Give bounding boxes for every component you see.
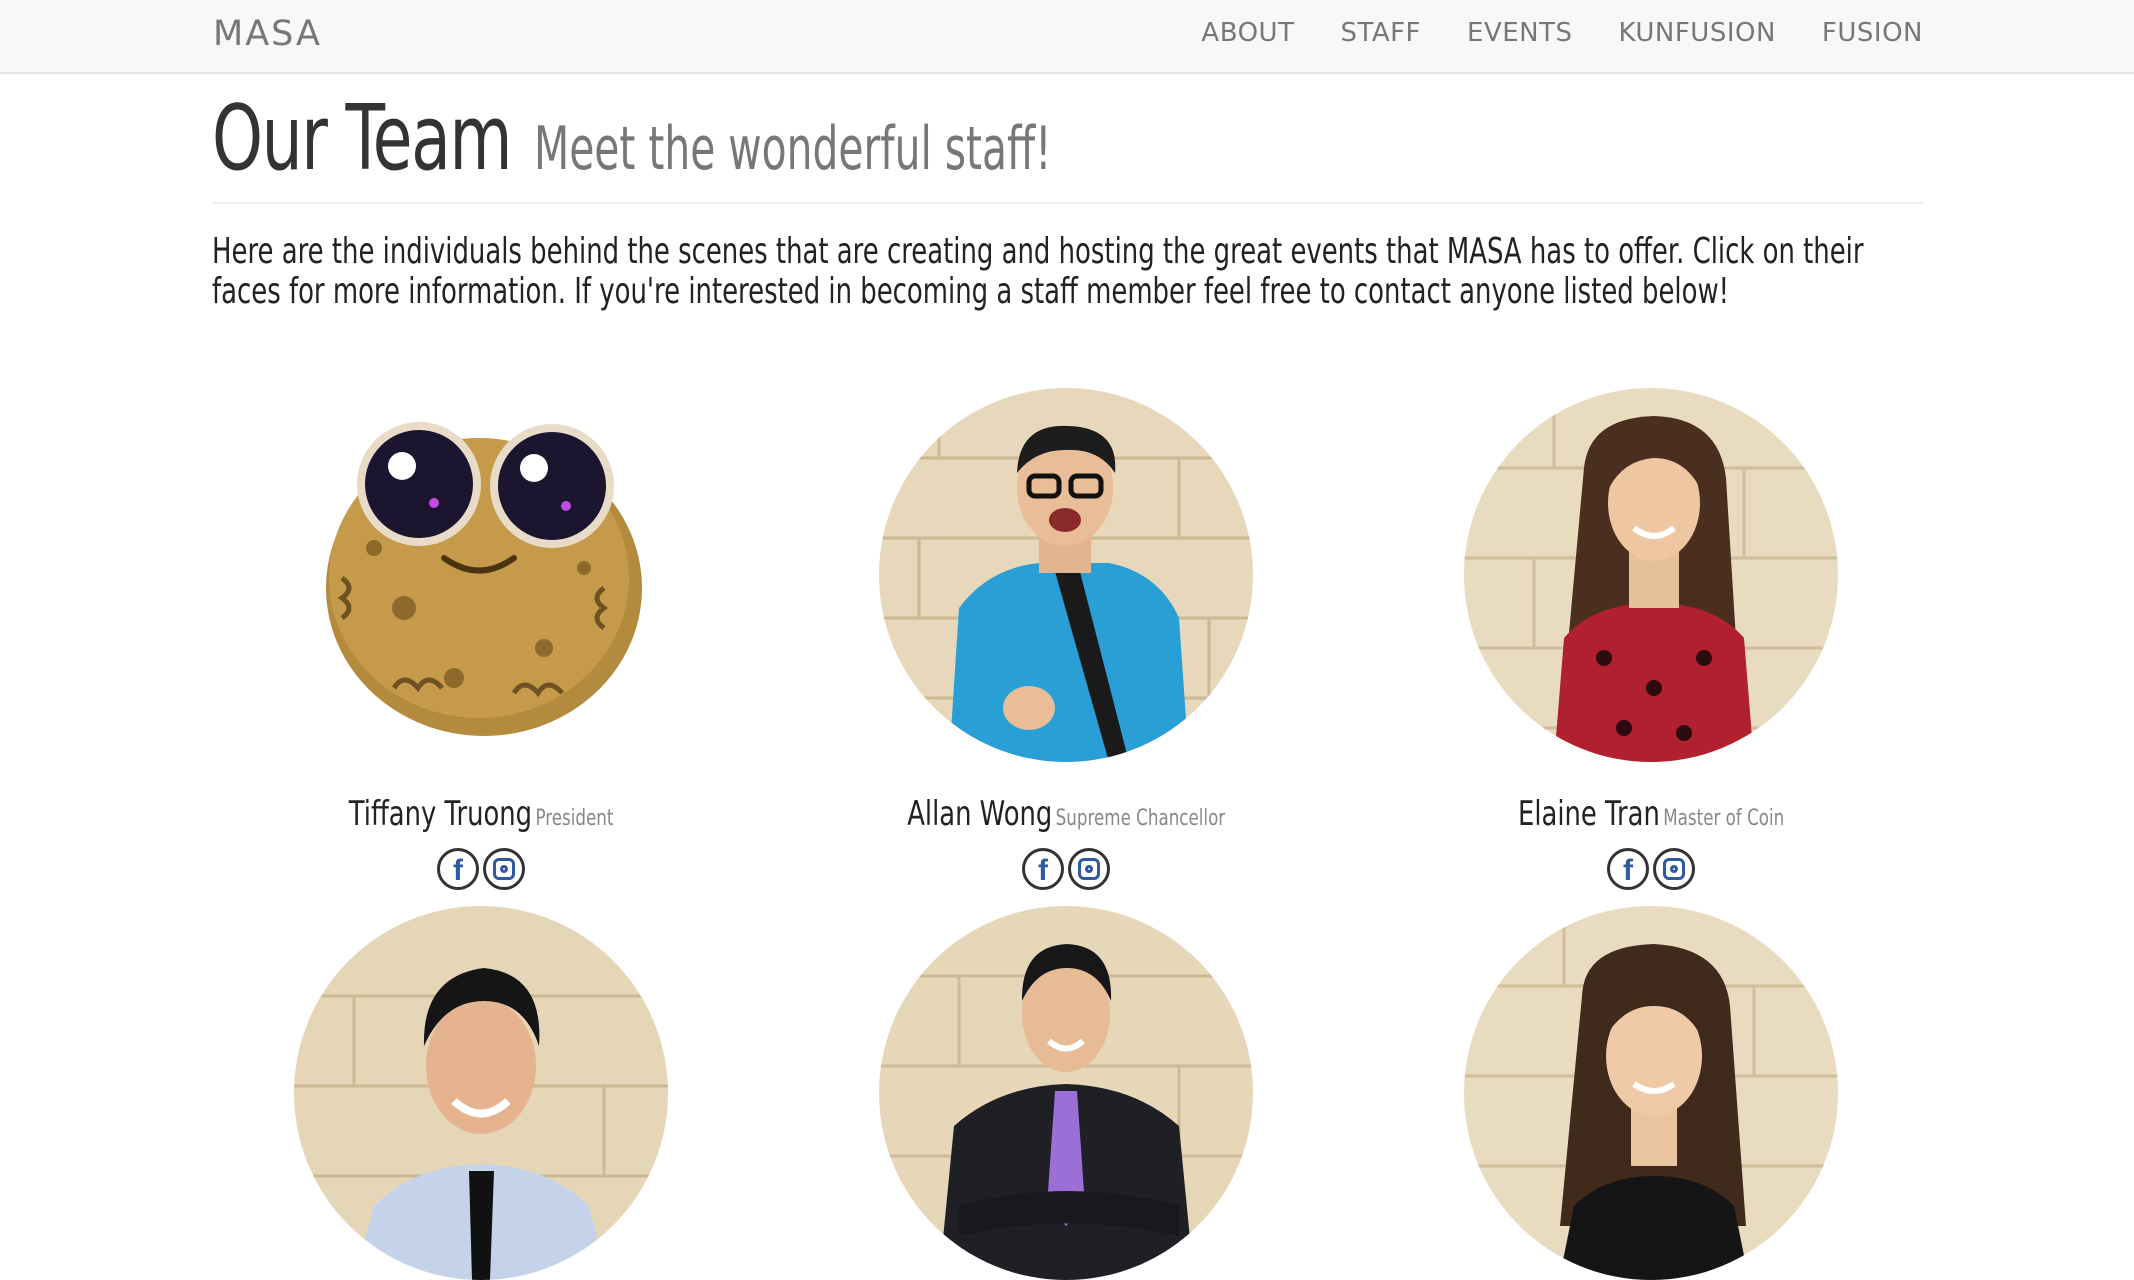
member-avatar[interactable] (879, 906, 1253, 1280)
page-header: Our Team Meet the wonderful staff! (212, 86, 1924, 204)
member-name: Tiffany Truong (348, 794, 532, 834)
member-avatar[interactable] (1464, 388, 1838, 762)
nav-link-about[interactable]: ABOUT (1201, 18, 1294, 48)
page-subtitle: Meet the wonderful staff! (534, 114, 1052, 184)
member-photo (1464, 906, 1838, 1280)
member-avatar[interactable] (294, 388, 668, 762)
instagram-icon[interactable] (1068, 848, 1110, 890)
nav-link-events[interactable]: EVENTS (1467, 18, 1572, 48)
social-links: f (786, 848, 1346, 890)
brand-logo[interactable]: MASA (213, 14, 322, 54)
facebook-icon[interactable]: f (1022, 848, 1064, 890)
member-photo (879, 388, 1253, 762)
social-links: f (1371, 848, 1931, 890)
nav-link-kunfusion[interactable]: KUNFUSION (1619, 18, 1776, 48)
member-avatar[interactable] (294, 906, 668, 1280)
instagram-icon[interactable] (483, 848, 525, 890)
social-links: f (201, 848, 761, 890)
member-photo (294, 906, 668, 1280)
instagram-icon[interactable] (1653, 848, 1695, 890)
page-title: Our Team (212, 86, 513, 191)
navbar: MASA ABOUT STAFF EVENTS KUNFUSION FUSION (0, 0, 2134, 74)
nav-link-staff[interactable]: STAFF (1340, 18, 1421, 48)
member-photo (879, 906, 1253, 1280)
member-name: Elaine Tran (1517, 794, 1660, 834)
nav-link-fusion[interactable]: FUSION (1822, 18, 1923, 48)
member-name: Allan Wong (907, 794, 1053, 834)
member-role: Master of Coin (1663, 806, 1785, 831)
intro-text: Here are the individuals behind the scen… (212, 231, 1864, 312)
potato-mascot-icon (294, 388, 668, 762)
facebook-icon[interactable]: f (1607, 848, 1649, 890)
member-photo (1464, 388, 1838, 762)
facebook-icon[interactable]: f (437, 848, 479, 890)
member-role: President (535, 806, 614, 831)
member-role: Supreme Chancellor (1055, 806, 1225, 831)
member-avatar[interactable] (879, 388, 1253, 762)
member-avatar[interactable] (1464, 906, 1838, 1280)
nav-links: ABOUT STAFF EVENTS KUNFUSION FUSION (1201, 18, 1923, 48)
